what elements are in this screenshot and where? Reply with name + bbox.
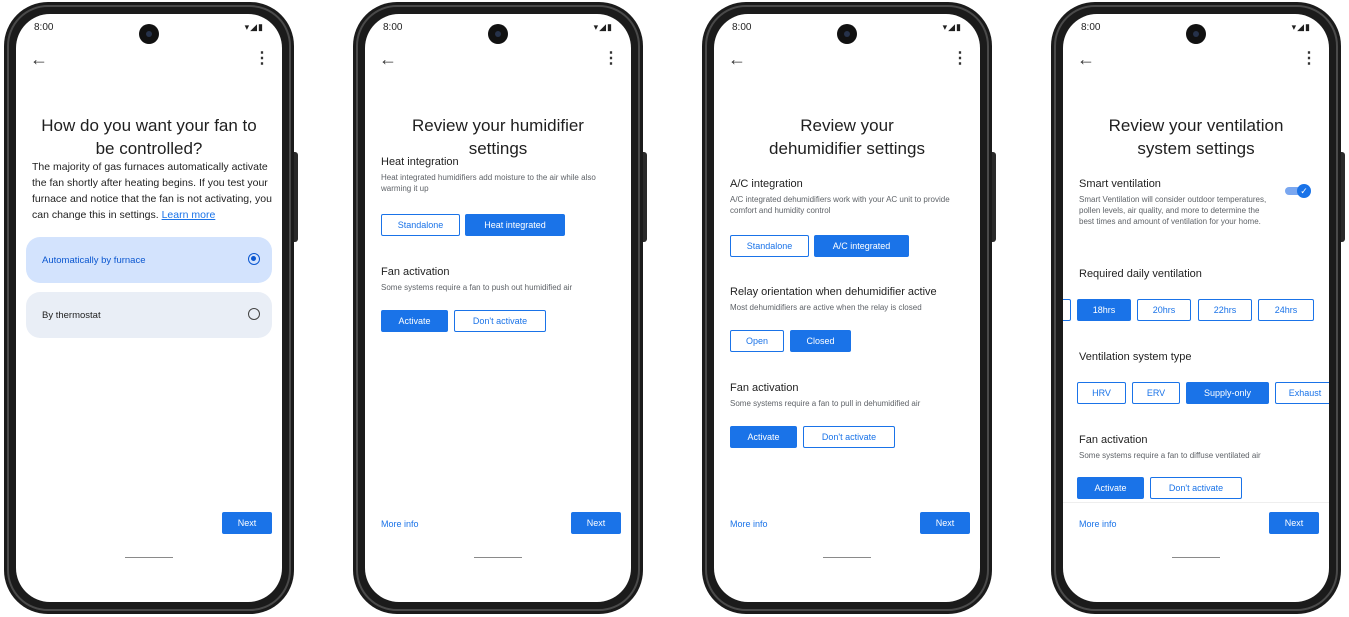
section-title-fan-activation: Fan activation [381,266,450,278]
next-button[interactable]: Next [1269,512,1319,534]
page-title: How do you want your fan to be controlle… [41,116,257,158]
status-icons: ▾◢▮ [244,22,264,32]
radio-unselected-icon[interactable] [248,308,260,320]
overflow-menu-icon[interactable]: ⋮ [254,50,270,68]
section-title-heat-integration: Heat integration [381,156,459,168]
overflow-menu-icon[interactable]: ⋮ [603,50,619,68]
back-arrow-icon[interactable]: ← [1077,50,1095,68]
home-indicator [474,557,522,558]
section-description: Some systems require a fan to diffuse ve… [1079,451,1261,460]
status-icons: ▾◢▮ [593,22,613,32]
daily-ventilation-option-24hrs[interactable]: 24hrs [1258,299,1314,321]
body-paragraph: The majority of gas furnaces automatical… [32,161,272,221]
smart-ventilation-description: Smart Ventilation will consider outdoor … [1079,195,1267,226]
daily-ventilation-option-18hrs[interactable]: 18hrs [1077,299,1131,321]
more-info-link[interactable]: More info [730,519,768,529]
more-info-link[interactable]: More info [1079,519,1117,529]
overflow-menu-icon[interactable]: ⋮ [952,50,968,68]
next-button[interactable]: Next [920,512,970,534]
camera-cutout [488,24,508,44]
option-by-thermostat[interactable]: By thermostat [26,292,272,338]
dont-activate-button[interactable]: Don't activate [803,426,895,448]
activate-button[interactable]: Activate [1077,477,1144,499]
daily-ventilation-option-partial[interactable] [1063,299,1071,321]
section-description: Some systems require a fan to pull in de… [730,399,921,408]
phone-frame-dehumidifier: 8:00 ▾◢▮ ← ⋮ Review your dehumidifier se… [702,2,996,614]
system-type-hrv-button[interactable]: HRV [1077,382,1126,404]
option-label: By thermostat [42,309,101,321]
section-description: Most dehumidifiers are active when the r… [730,303,922,312]
status-icons: ▾◢▮ [942,22,962,32]
status-time: 8:00 [383,22,403,33]
camera-cutout [837,24,857,44]
phone-frame-ventilation: 8:00 ▾◢▮ ← ⋮ Review your ventilation sys… [1051,2,1345,614]
dont-activate-button[interactable]: Don't activate [454,310,546,332]
learn-more-link[interactable]: Learn more [162,209,216,221]
phone-screen: 8:00 ▾◢▮ ← ⋮ How do you want your fan to… [16,14,282,602]
section-description: A/C integrated dehumidifiers work with y… [730,195,950,215]
option-label: Automatically by furnace [42,254,146,266]
next-button[interactable]: Next [222,512,272,534]
home-indicator [1172,557,1220,558]
status-icons: ▾◢▮ [1291,22,1311,32]
body-text: The majority of gas furnaces automatical… [32,159,274,223]
ventilation-system-type-title: Ventilation system type [1079,351,1192,363]
activate-button[interactable]: Activate [381,310,448,332]
bottom-divider [1063,502,1329,503]
home-indicator [823,557,871,558]
phone-frame-humidifier: 8:00 ▾◢▮ ← ⋮ Review your humidifier sett… [353,2,647,614]
phone-screen: 8:00 ▾◢▮ ← ⋮ Review your ventilation sys… [1063,14,1329,602]
system-type-exhaust-button[interactable]: Exhaust [1275,382,1329,404]
page-title: Review your dehumidifier settings [769,116,925,158]
more-info-link[interactable]: More info [381,519,419,529]
page-title: Review your ventilation system settings [1108,116,1284,158]
activate-button[interactable]: Activate [730,426,797,448]
back-arrow-icon[interactable]: ← [728,50,746,68]
back-arrow-icon[interactable]: ← [379,50,397,68]
section-title-fan-activation: Fan activation [1079,434,1148,446]
section-title-ac-integration: A/C integration [730,178,803,190]
status-time: 8:00 [1081,22,1101,33]
section-description: Heat integrated humidifiers add moisture… [381,173,596,193]
overflow-menu-icon[interactable]: ⋮ [1301,50,1317,68]
checkmark-icon: ✓ [1297,184,1311,198]
next-button[interactable]: Next [571,512,621,534]
camera-cutout [1186,24,1206,44]
status-time: 8:00 [732,22,752,33]
system-type-supply-only-button[interactable]: Supply-only [1186,382,1269,404]
status-time: 8:00 [34,22,54,33]
required-daily-ventilation-title: Required daily ventilation [1079,268,1202,280]
closed-button[interactable]: Closed [790,330,851,352]
daily-ventilation-option-22hrs[interactable]: 22hrs [1198,299,1252,321]
smart-ventilation-title: Smart ventilation [1079,178,1161,190]
radio-selected-icon[interactable] [248,253,260,265]
smart-ventilation-toggle[interactable]: ✓ [1285,184,1311,198]
page-title: Review your humidifier settings [412,116,584,158]
home-indicator [125,557,173,558]
section-description: Some systems require a fan to push out h… [381,283,573,292]
ac-integrated-button[interactable]: A/C integrated [814,235,909,257]
standalone-button[interactable]: Standalone [730,235,809,257]
phone-frame-fan-control: 8:00 ▾◢▮ ← ⋮ How do you want your fan to… [4,2,298,614]
section-title-relay-orientation: Relay orientation when dehumidifier acti… [730,286,937,298]
camera-cutout [139,24,159,44]
system-type-erv-button[interactable]: ERV [1132,382,1180,404]
section-title-fan-activation: Fan activation [730,382,799,394]
back-arrow-icon[interactable]: ← [30,50,48,68]
phone-screen: 8:00 ▾◢▮ ← ⋮ Review your dehumidifier se… [714,14,980,602]
heat-integrated-button[interactable]: Heat integrated [465,214,565,236]
option-automatically-by-furnace[interactable]: Automatically by furnace [26,237,272,283]
open-button[interactable]: Open [730,330,784,352]
dont-activate-button[interactable]: Don't activate [1150,477,1242,499]
daily-ventilation-option-20hrs[interactable]: 20hrs [1137,299,1191,321]
standalone-button[interactable]: Standalone [381,214,460,236]
phone-screen: 8:00 ▾◢▮ ← ⋮ Review your humidifier sett… [365,14,631,602]
